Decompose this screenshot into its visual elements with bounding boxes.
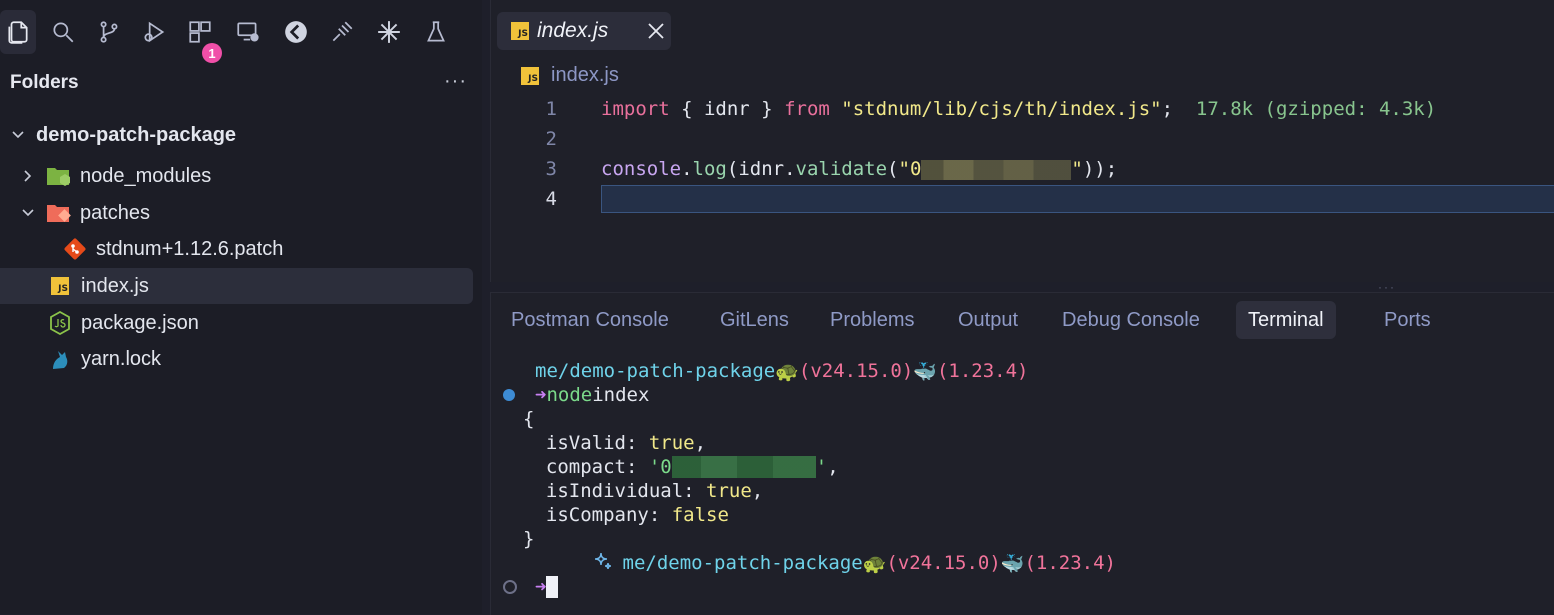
code-text: import { idnr } from "stdnum/lib/cjs/th/… [601,98,1437,120]
tree-item-patches[interactable]: patches [0,195,473,231]
tree-label: stdnum+1.12.6.patch [96,237,284,260]
tab-problems[interactable]: Problems [818,301,926,339]
sidebar: 1 Folders ··· demo-patch-package node_mo… [0,0,482,614]
tab-postman-console[interactable]: Postman Console [499,301,681,339]
tree-root-folder[interactable]: demo-patch-package [0,117,473,153]
terminal-output-line: { [523,408,535,430]
close-icon[interactable] [645,20,667,42]
node-folder-icon [46,164,72,188]
sparkle-icon[interactable] [371,10,407,54]
tab-gitlens[interactable]: GitLens [708,301,801,339]
tree-item-yarn-lock[interactable]: yarn.lock [0,341,473,377]
run-debug-icon[interactable] [136,10,172,54]
terminal-prompt-line: me/demo-patch-package 🐢 (v24.15.0) 🐳 (1.23… [501,551,1116,575]
tree-item-index-js[interactable]: JS index.js [0,268,473,304]
tab-terminal[interactable]: Terminal [1236,301,1336,339]
docker-emoji: 🐳 [913,360,937,383]
terminal-prompt-line: me/demo-patch-package 🐢 (v24.15.0) 🐳 (1.23… [535,360,1029,383]
import-cost-hint: 17.8k (gzipped: 4.3k) [1195,98,1437,120]
timeline-icon[interactable] [278,10,314,54]
line-number: 2 [545,128,557,150]
chevron-down-icon [8,125,28,145]
bottom-panel: Postman Console GitLens Problems Output … [490,292,1554,615]
extensions-badge: 1 [202,43,222,63]
editor-tab-bar: JS index.js [491,0,1554,56]
code-line: 2 [491,124,1554,154]
source-control-icon[interactable] [91,10,127,54]
node-emoji: 🐢 [862,552,887,575]
more-actions-icon[interactable]: ··· [444,70,467,93]
redacted-value [671,456,816,478]
terminal-output-line: compact: '0 ', [523,456,839,478]
code-line: 1 import { idnr } from "stdnum/lib/cjs/t… [491,94,1554,124]
tree-label: index.js [81,274,149,297]
terminal-output-line: isIndividual: true, [523,480,764,502]
code-text: console.log(idnr.validate("0 ")); [601,158,1118,180]
line-number: 3 [545,158,557,180]
patch-folder-icon [46,201,72,225]
testing-flask-icon[interactable] [418,10,454,54]
code-line: 3 console.log(idnr.validate("0 ")); [491,154,1554,184]
tree-label: demo-patch-package [36,123,237,146]
terminal-output-line: isValid: true, [523,432,707,454]
editor-tab-index-js[interactable]: JS index.js [497,12,671,50]
terminal-command-line: ➜ node index [535,384,650,406]
tree-label: yarn.lock [81,347,162,370]
postman-icon[interactable] [324,10,360,54]
node-emoji: 🐢 [775,360,799,383]
command-pending-indicator[interactable] [503,580,517,594]
chevron-right-icon [18,166,38,186]
docker-emoji: 🐳 [1000,552,1025,575]
tree-label: patches [80,201,151,224]
tree-label: node_modules [80,164,212,187]
line-number: 4 [545,188,557,210]
tab-label: index.js [537,19,609,42]
git-patch-icon [62,237,88,261]
yarn-cat-icon [47,347,73,371]
breadcrumb-file[interactable]: index.js [551,64,619,87]
terminal-cursor [546,576,559,598]
tree-label: package.json [81,311,199,334]
breadcrumb[interactable]: JS index.js [521,64,619,87]
nodejs-file-icon [47,311,73,335]
explorer-icon[interactable] [0,10,36,54]
line-number: 1 [545,98,557,120]
tab-debug-console[interactable]: Debug Console [1050,301,1212,339]
command-success-indicator[interactable] [503,389,515,401]
folders-header: Folders [10,72,79,93]
javascript-file-icon: JS [47,274,73,298]
remote-explorer-icon[interactable] [230,10,266,54]
terminal-input-line[interactable]: ➜ [535,575,559,599]
editor-area: JS index.js JS index.js 1 import { idnr … [490,0,1554,282]
tab-output[interactable]: Output [946,301,1030,339]
search-icon[interactable] [45,10,81,54]
code-line: 4 [491,184,1554,214]
javascript-file-icon: JS [521,66,539,85]
tree-item-package-json[interactable]: package.json [0,305,473,341]
tree-item-node-modules[interactable]: node_modules [0,158,473,194]
chevron-down-icon [18,203,38,223]
redacted-value [921,159,1072,180]
tree-item-patch-file[interactable]: stdnum+1.12.6.patch [0,231,473,267]
activity-bar: 1 [0,10,482,63]
terminal-output-line: isCompany: false [523,504,729,526]
tab-ports[interactable]: Ports [1372,301,1443,339]
javascript-file-icon: JS [511,22,529,40]
